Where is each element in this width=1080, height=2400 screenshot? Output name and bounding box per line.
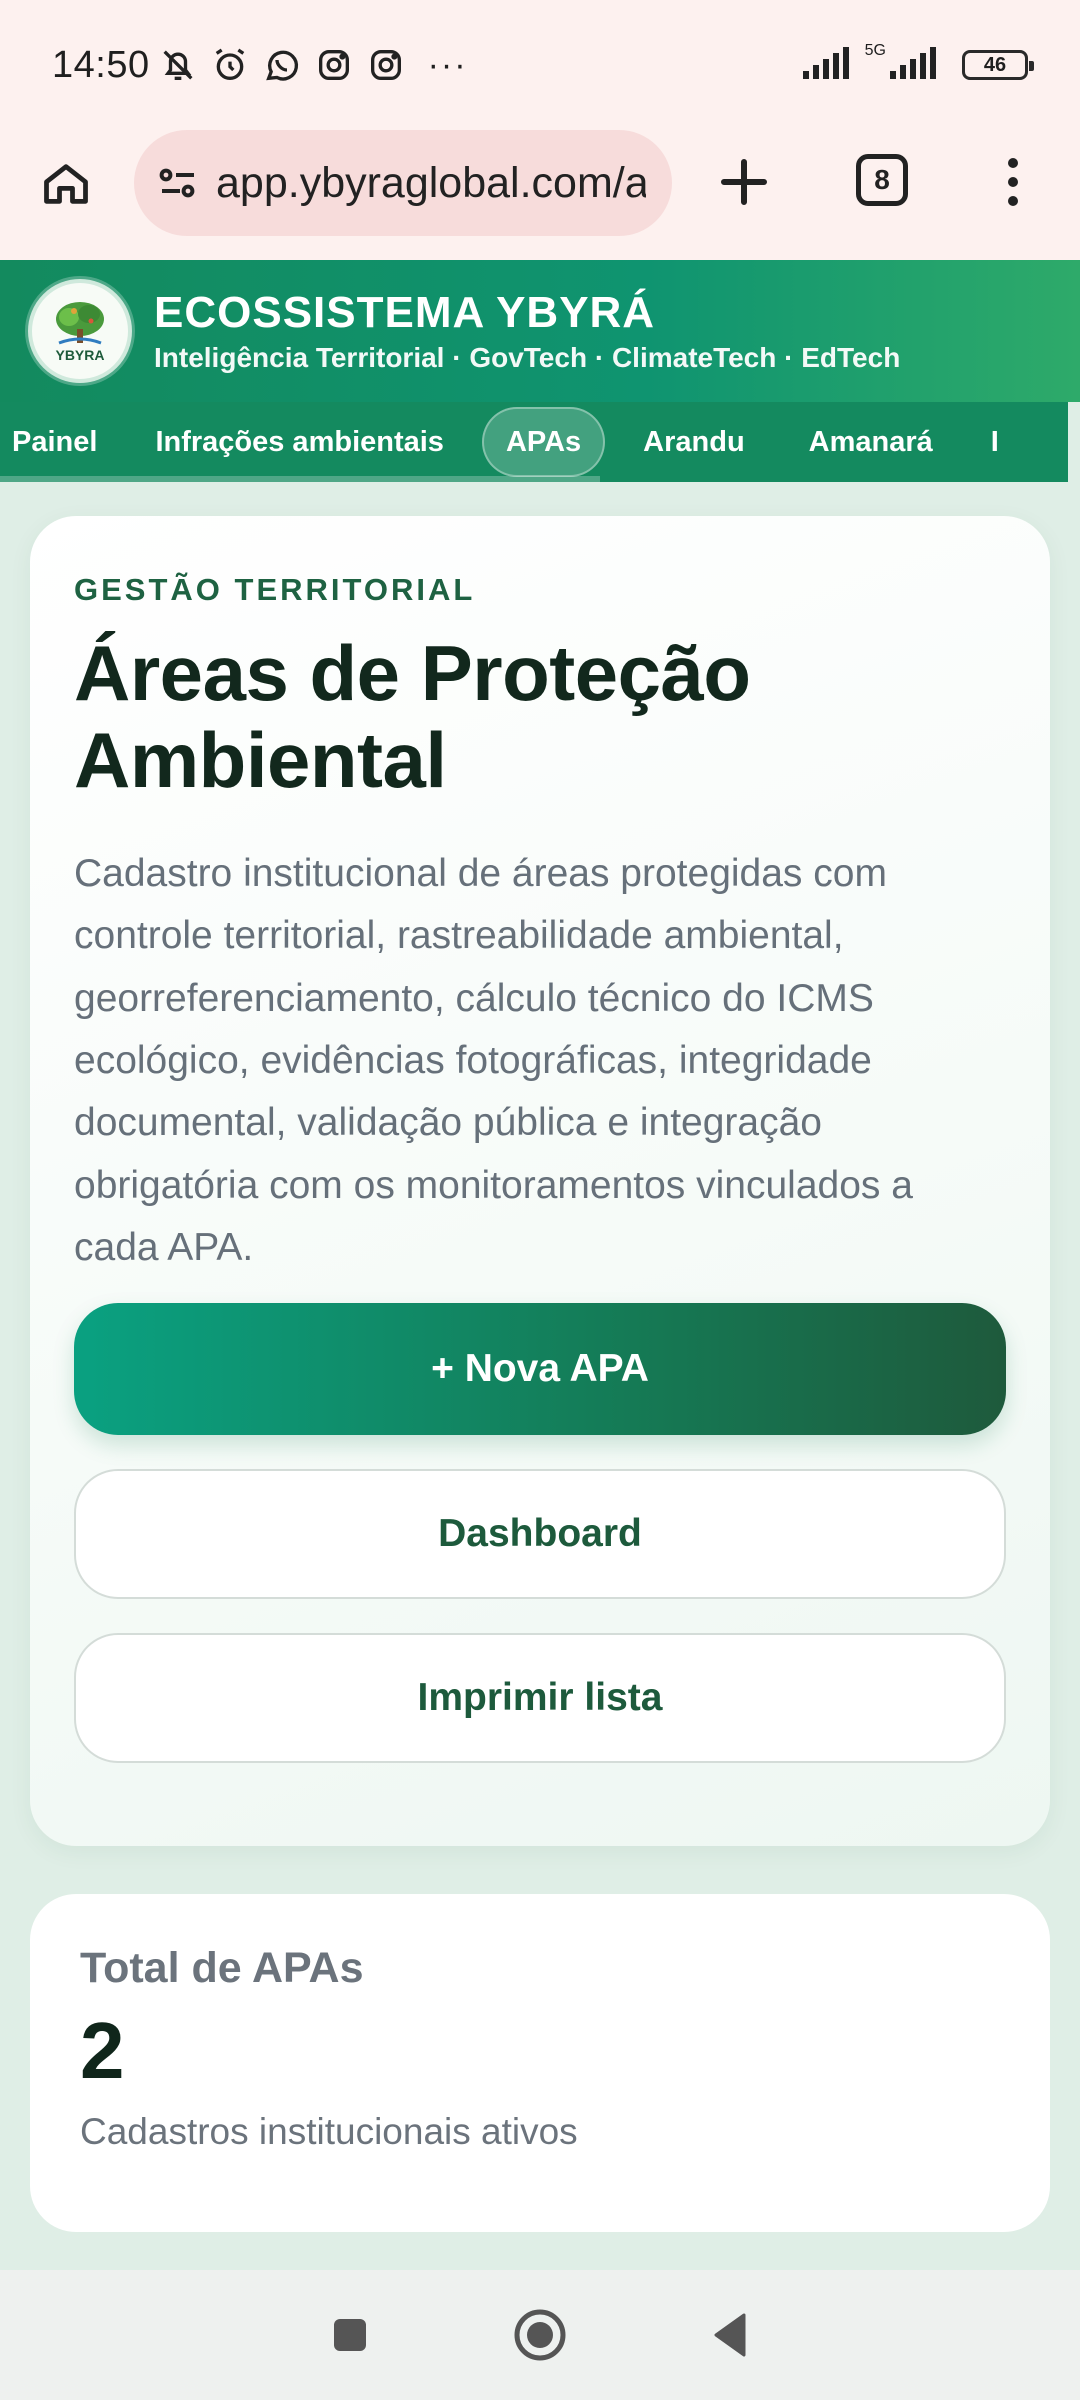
page-title: Áreas de Proteção Ambiental [74,629,751,805]
tree-logo-icon [56,302,104,345]
url-text[interactable]: app.ybyraglobal.com/a [216,159,646,208]
page-description: Cadastro institucional de áreas protegid… [74,851,913,1270]
notification-icons [158,45,406,85]
tab-switcher-button[interactable]: 8 [856,154,908,206]
alarm-icon [215,48,244,80]
tab-apas[interactable]: APAs [481,407,606,477]
stats-value: 2 [80,2006,125,2095]
address-bar[interactable]: app.ybyraglobal.com/a [134,130,672,236]
brand-subtitle: Inteligência Territorial · GovTech · Cli… [154,342,901,373]
status-time: 14:50 [52,43,150,86]
circle-icon [514,2309,566,2361]
browser-toolbar: app.ybyraglobal.com/a 8 [0,130,1080,260]
brand-title: ECOSSISTEMA YBYRÁ [154,288,656,337]
tab-arandu[interactable]: Arandu [619,407,769,477]
signal-icon [801,45,853,86]
recents-button[interactable] [320,2305,380,2365]
section-eyebrow: GESTÃO TERRITORIAL [74,572,476,607]
brand: ECOSSISTEMA YBYRÁ Inteligência Territori… [154,288,900,374]
hero-card: GESTÃO TERRITORIAL Áreas de Proteção Amb… [30,516,1050,1846]
site-settings-icon[interactable] [154,159,202,207]
stats-subtitle: Cadastros institucionais ativos [80,2111,578,2152]
network-type: 5G [864,42,886,59]
new-apa-button[interactable]: + Nova APA [74,1303,1006,1436]
logo-text: YBYRA [55,347,105,363]
total-apas-card: Total de APAs 2 Cadastros institucionais… [30,1894,1050,2232]
instagram-icon-2 [370,50,401,80]
status-bar: 14:50 ··· 5G 46 [0,0,1080,130]
status-right: 5G 46 [801,42,1034,86]
instagram-icon [318,50,349,80]
system-navigation-bar [0,2270,1080,2400]
menu-dot-icon [1008,158,1018,168]
new-tab-button[interactable] [714,152,774,212]
square-icon [334,2319,366,2351]
back-triangle-icon [714,2313,746,2357]
home-button[interactable] [36,154,96,214]
app-header: YBYRA ECOSSISTEMA YBYRÁ Inteligência Ter… [0,260,1080,402]
plus-icon [721,159,767,205]
browser-menu-button[interactable] [998,152,1028,212]
menu-dot-icon [1008,177,1018,187]
tab-painel[interactable]: Painel [0,407,121,477]
nav-tabs: Painel Infrações ambientais APAs Arandu … [0,402,1068,482]
dashboard-button[interactable]: Dashboard [74,1469,1006,1600]
tab-amanara[interactable]: Amanará [769,407,957,477]
home-system-button[interactable] [510,2305,570,2365]
print-list-button[interactable]: Imprimir lista [74,1633,1006,1764]
tab-overflow[interactable]: I [957,407,1023,477]
back-button[interactable] [700,2305,760,2365]
bell-muted-icon [163,50,193,80]
nav-scrollbar[interactable] [0,476,600,482]
more-notifications-icon: ··· [427,45,468,84]
signal-icon-2 [888,45,940,86]
ybyra-logo[interactable]: YBYRA [28,279,132,383]
whatsapp-icon [265,50,298,81]
tab-infracoes-ambientais[interactable]: Infrações ambientais [121,407,468,477]
home-icon [44,164,88,204]
stats-label: Total de APAs [80,1944,364,1992]
menu-dot-icon [1008,196,1018,206]
battery-icon: 46 [962,50,1034,80]
